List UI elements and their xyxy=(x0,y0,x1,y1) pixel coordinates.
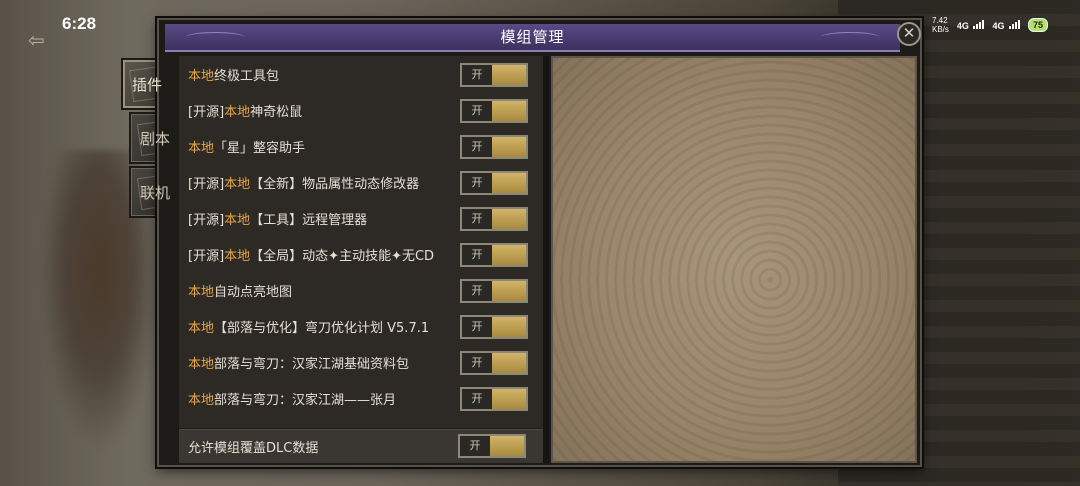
battery-icon: 75 xyxy=(1027,18,1048,32)
mod-name: 部落与弯刀：汉家江湖基础资料包 xyxy=(214,356,410,372)
mod-name: 终极工具包 xyxy=(214,68,280,84)
mod-list[interactable]: 本地 终极工具包 开 [开源] 本地 神奇松鼠 开 本地 「星」整容助手 开 [开源] 本… xyxy=(179,56,545,428)
mod-toggle[interactable]: 开 xyxy=(460,315,528,339)
mod-row[interactable]: 本地 部落与弯刀：汉家江湖基础资料包 开 xyxy=(179,344,543,380)
mod-name: 部落与弯刀：汉家江湖——张月 xyxy=(214,392,397,408)
mod-toggle[interactable]: 开 xyxy=(460,207,528,231)
tab-label: 插件 xyxy=(131,75,162,94)
mod-manager-dialog: 模组管理 ✕ 本地 终极工具包 开 [开源] 本地 神奇松鼠 开 本地 「星」整容助手 … xyxy=(157,18,922,467)
toggle-label: 开 xyxy=(462,281,492,301)
mod-row[interactable]: 本地 终极工具包 开 xyxy=(179,56,543,92)
mod-row[interactable]: 本地 自动点亮地图 开 xyxy=(179,272,543,308)
mod-source: 本地 xyxy=(224,104,251,120)
mod-name: 【全新】物品属性动态修改器 xyxy=(250,176,420,192)
mod-source: 本地 xyxy=(188,68,215,84)
toggle-knob xyxy=(492,101,526,121)
mod-row[interactable]: [开源] 本地 【全新】物品属性动态修改器 开 xyxy=(179,164,543,200)
mod-source: 本地 xyxy=(188,356,215,372)
mod-toggle[interactable]: 开 xyxy=(460,99,528,123)
mod-detail-panel xyxy=(551,56,917,463)
mod-prefix: [开源] xyxy=(188,104,225,120)
mod-row[interactable]: 本地 「星」整容助手 开 xyxy=(179,128,543,164)
mod-row[interactable]: 本地 部落与弯刀：汉家江湖——张月 开 xyxy=(179,380,543,416)
toggle-label: 开 xyxy=(462,173,492,193)
toggle-label: 开 xyxy=(462,65,492,85)
mod-source: 本地 xyxy=(224,248,251,264)
toggle-knob xyxy=(492,281,526,301)
status-time: 6:28 xyxy=(62,14,97,33)
toggle-label: 开 xyxy=(460,436,490,456)
mod-name: 【工具】远程管理器 xyxy=(250,212,368,228)
ornament-icon xyxy=(820,32,880,43)
network-type-1: 4G xyxy=(957,19,985,31)
tab-label: 联机 xyxy=(139,183,170,202)
toggle-knob xyxy=(492,353,526,373)
network-speed: 7.42 KB/s xyxy=(932,16,949,34)
toggle-label: 开 xyxy=(462,353,492,373)
toggle-label: 开 xyxy=(462,137,492,157)
mod-prefix: [开源] xyxy=(188,248,225,264)
status-bar-right: 7.42 KB/s 4G 4G 75 xyxy=(932,16,1048,34)
mod-row[interactable]: [开源] 本地 【全局】动态✦主动技能✦无CD 开 xyxy=(179,236,543,272)
parchment-illustration xyxy=(553,58,915,461)
dlc-override-setting[interactable]: 允许模组覆盖DLC数据 开 xyxy=(179,429,543,463)
toggle-label: 开 xyxy=(462,101,492,121)
toggle-knob xyxy=(492,65,526,85)
mod-toggle[interactable]: 开 xyxy=(460,243,528,267)
toggle-knob xyxy=(492,137,526,157)
mod-source: 本地 xyxy=(188,392,215,408)
toggle-label: 开 xyxy=(462,317,492,337)
mod-toggle[interactable]: 开 xyxy=(460,351,528,375)
toggle-knob xyxy=(492,209,526,229)
toggle-label: 开 xyxy=(462,245,492,265)
mod-name: 「星」整容助手 xyxy=(214,140,306,156)
network-type-2: 4G xyxy=(992,19,1020,31)
mod-name: 自动点亮地图 xyxy=(214,284,293,300)
mod-row[interactable]: [开源] 本地 【工具】远程管理器 开 xyxy=(179,200,543,236)
dlc-override-toggle[interactable]: 开 xyxy=(458,434,526,458)
mod-source: 本地 xyxy=(188,284,215,300)
mod-source: 本地 xyxy=(224,212,251,228)
close-icon: ✕ xyxy=(902,24,916,42)
mod-source: 本地 xyxy=(188,320,215,336)
mod-name: 【部落与优化】弯刀优化计划 V5.7.1 xyxy=(214,320,430,336)
toggle-knob xyxy=(490,436,524,456)
toggle-knob xyxy=(492,245,526,265)
mod-row[interactable]: [开源] 本地 神奇松鼠 开 xyxy=(179,92,543,128)
mod-prefix: [开源] xyxy=(188,212,225,228)
tab-label: 剧本 xyxy=(139,129,170,148)
mod-source: 本地 xyxy=(188,140,215,156)
mod-name: 神奇松鼠 xyxy=(250,104,303,120)
signal-icon xyxy=(973,19,985,29)
mod-source: 本地 xyxy=(224,176,251,192)
ornament-icon xyxy=(185,32,245,43)
toggle-knob xyxy=(492,317,526,337)
mod-prefix: [开源] xyxy=(188,176,225,192)
mod-toggle[interactable]: 开 xyxy=(460,387,528,411)
mod-toggle[interactable]: 开 xyxy=(460,135,528,159)
toggle-label: 开 xyxy=(462,209,492,229)
close-button[interactable]: ✕ xyxy=(897,22,921,46)
mod-toggle[interactable]: 开 xyxy=(460,279,528,303)
signal-icon xyxy=(1008,19,1020,29)
back-arrow-icon[interactable]: ⇦ xyxy=(28,28,56,52)
mod-row[interactable]: 本地 【部落与优化】弯刀优化计划 V5.7.1 开 xyxy=(179,308,543,344)
dialog-title: 模组管理 xyxy=(500,28,565,46)
toggle-label: 开 xyxy=(462,389,492,409)
mod-name: 【全局】动态✦主动技能✦无CD xyxy=(250,248,435,264)
setting-label: 允许模组覆盖DLC数据 xyxy=(188,441,319,456)
dialog-titlebar: 模组管理 xyxy=(165,24,900,52)
mod-toggle[interactable]: 开 xyxy=(460,171,528,195)
toggle-knob xyxy=(492,173,526,193)
list-scrollbar[interactable] xyxy=(543,56,549,463)
mod-toggle[interactable]: 开 xyxy=(460,63,528,87)
toggle-knob xyxy=(492,389,526,409)
